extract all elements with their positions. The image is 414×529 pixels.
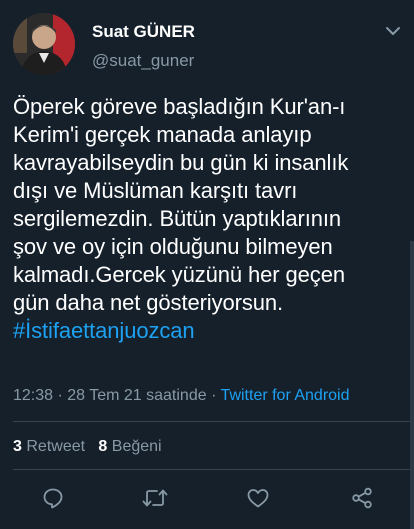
hashtag-link[interactable]: #İstifaettanjuozcan — [13, 317, 405, 345]
tweet-source-link[interactable]: Twitter for Android — [221, 387, 350, 404]
tweet-header: Suat GÜNER @suat_guner — [0, 0, 414, 80]
avatar[interactable] — [13, 13, 75, 75]
reply-icon[interactable] — [39, 484, 67, 512]
divider — [13, 421, 414, 422]
tweet-line: Kerim'i gerçek manada anlayıp — [13, 122, 312, 147]
tweet-line: dışı ve Müslüman karşıtı tavrı — [13, 178, 298, 203]
tweet-timestamp: 12:38 · 28 Tem 21 saatinde · — [13, 387, 221, 404]
tweet-line: şov ve oy için olduğunu bilmeyen — [13, 234, 333, 259]
like-count: 8 — [98, 438, 108, 455]
retweet-stat[interactable]: 3 Retweet — [13, 438, 85, 455]
avatar-image — [13, 13, 75, 75]
like-icon[interactable] — [244, 484, 272, 512]
retweet-count: 3 — [13, 438, 22, 455]
tweet-line: Öperek göreve başladığın Kur'an-ı — [13, 94, 346, 119]
scrollbar[interactable] — [410, 241, 414, 529]
tweet-line: sergilemezdin. Bütün yaptıklarının — [13, 206, 341, 231]
tweet-meta: 12:38 · 28 Tem 21 saatinde · Twitter for… — [13, 386, 350, 406]
divider — [13, 469, 414, 470]
chevron-down-icon[interactable] — [384, 24, 402, 38]
tweet-detail: Suat GÜNER @suat_guner Öperek göreve baş… — [0, 0, 414, 529]
user-handle[interactable]: @suat_guner — [92, 51, 194, 71]
retweet-icon[interactable] — [141, 484, 169, 512]
like-label: Beğeni — [111, 438, 162, 455]
tweet-line: kavrayabilseydin bu gün ki insanlık — [13, 150, 349, 175]
tweet-line: gün daha net gösteriyorsun. — [13, 290, 284, 315]
tweet-line: kalmadı.Gercek yüzünü her geçen — [13, 262, 345, 287]
share-icon[interactable] — [348, 484, 376, 512]
like-stat[interactable]: 8 Beğeni — [98, 438, 161, 455]
tweet-actions — [0, 484, 414, 518]
display-name[interactable]: Suat GÜNER — [92, 22, 195, 42]
tweet-stats: 3 Retweet 8 Beğeni — [13, 437, 162, 457]
retweet-label: Retweet — [26, 438, 86, 455]
tweet-text: Öperek göreve başladığın Kur'an-ı Kerim'… — [13, 93, 405, 345]
